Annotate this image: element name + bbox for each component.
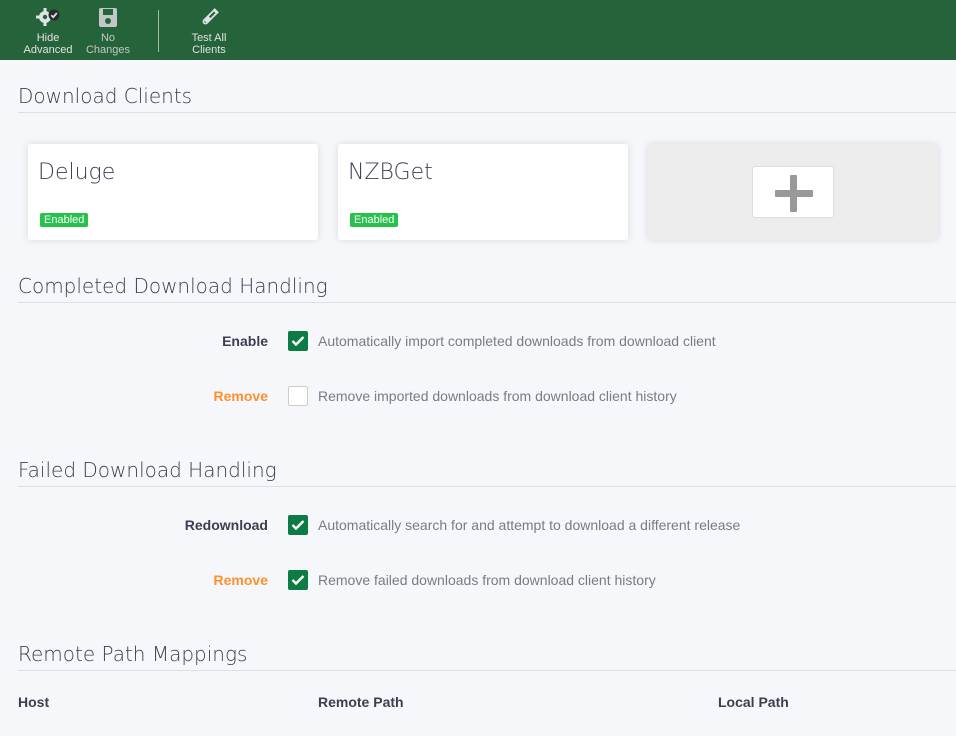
- remote-path-mappings-title: Remote Path Mappings: [18, 642, 248, 666]
- completed-handling-title: Completed Download Handling: [18, 274, 328, 298]
- remove-completed-help-text: Remove imported downloads from download …: [318, 388, 677, 404]
- save-label-2: Changes: [85, 44, 131, 56]
- redownload-help-text: Automatically search for and attempt to …: [318, 517, 741, 533]
- page-toolbar: Hide Advanced No Changes Test All Client…: [0, 0, 956, 60]
- test-all-label-2: Clients: [192, 44, 226, 56]
- status-badge: Enabled: [350, 213, 399, 227]
- column-header-local-path: Local Path: [718, 694, 789, 710]
- test-all-label-1: Test All: [191, 32, 227, 44]
- failed-handling-title: Failed Download Handling: [18, 458, 277, 482]
- hide-advanced-label-1: Hide: [36, 32, 60, 44]
- section-divider: [18, 302, 956, 303]
- hide-advanced-label-2: Advanced: [23, 44, 73, 56]
- column-header-remote-path: Remote Path: [318, 694, 404, 710]
- save-label-1: No: [100, 32, 116, 44]
- client-name: NZBGet: [348, 160, 433, 185]
- status-badge: Enabled: [40, 213, 89, 227]
- test-tube-icon: [196, 6, 222, 30]
- hide-advanced-button[interactable]: Hide Advanced: [24, 6, 72, 56]
- remove-completed-label: Remove: [213, 388, 268, 404]
- save-button[interactable]: No Changes: [86, 6, 130, 56]
- test-all-clients-button[interactable]: Test All Clients: [188, 6, 230, 56]
- section-divider: [18, 486, 956, 487]
- add-client-card[interactable]: [648, 144, 938, 240]
- column-header-host: Host: [18, 694, 50, 710]
- toolbar-separator: [158, 10, 159, 52]
- enable-help-text: Automatically import completed downloads…: [318, 333, 716, 349]
- gears-check-icon: [35, 6, 61, 30]
- enable-label: Enable: [222, 333, 268, 349]
- redownload-checkbox[interactable]: [288, 515, 308, 535]
- check-icon: [291, 520, 305, 531]
- remove-failed-label: Remove: [213, 572, 268, 588]
- remove-failed-checkbox[interactable]: [288, 570, 308, 590]
- section-divider: [18, 112, 956, 113]
- check-icon: [291, 575, 305, 586]
- client-card-deluge[interactable]: Deluge Enabled: [28, 144, 318, 240]
- download-clients-title: Download Clients: [18, 84, 193, 108]
- save-icon: [95, 6, 121, 30]
- client-card-nzbget[interactable]: NZBGet Enabled: [338, 144, 628, 240]
- check-icon: [291, 336, 305, 347]
- remove-failed-help-text: Remove failed downloads from download cl…: [318, 572, 656, 588]
- enable-checkbox[interactable]: [288, 331, 308, 351]
- client-name: Deluge: [38, 160, 116, 185]
- add-client-button[interactable]: [752, 166, 834, 218]
- section-divider: [18, 670, 956, 671]
- remove-completed-checkbox[interactable]: [288, 386, 308, 406]
- redownload-label: Redownload: [184, 517, 268, 533]
